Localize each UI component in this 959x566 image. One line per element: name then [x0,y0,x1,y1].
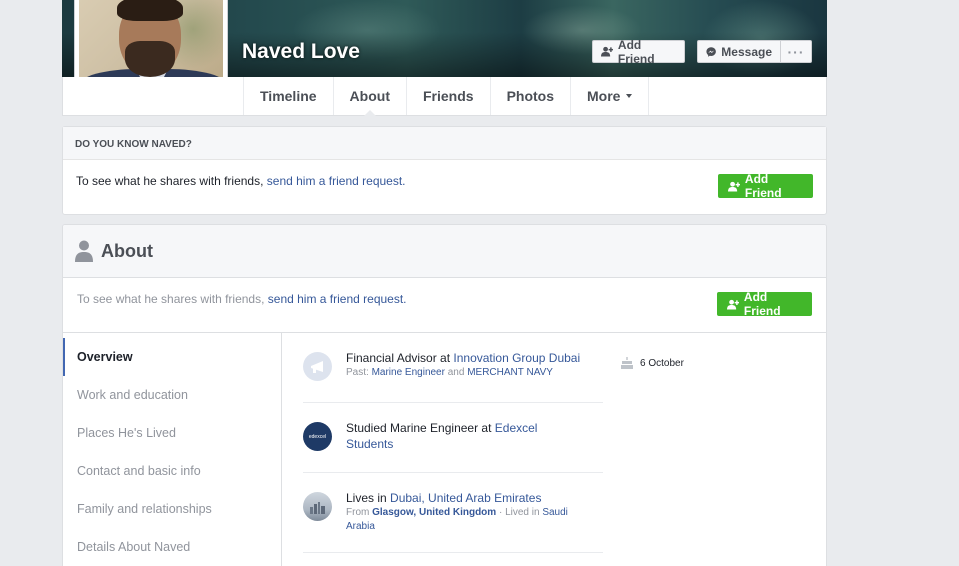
profile-nav: Timeline About Friends Photos More [62,77,827,116]
more-options-label: ··· [787,43,805,60]
work-past-mid: and [444,367,468,378]
person-icon [75,240,93,262]
caret-down-icon [626,94,633,98]
add-friend-icon [728,181,740,192]
hometown-link[interactable]: Glasgow, United Kingdom [372,507,496,518]
about-friend-request-link[interactable]: send him a friend request. [268,292,407,306]
sidebar-item-details[interactable]: Details About Naved [63,528,281,566]
tab-timeline[interactable]: Timeline [243,77,333,115]
about-title: About [101,240,153,261]
tab-friends[interactable]: Friends [405,77,490,115]
know-card-add-friend-button[interactable]: Add Friend [718,172,813,200]
more-options-button[interactable]: ··· [781,40,812,63]
message-label: Message [721,44,772,59]
work-prefix: Financial Advisor at [346,351,454,365]
tab-about[interactable]: About [332,77,406,116]
tab-more-label: More [587,88,621,104]
tab-photos[interactable]: Photos [489,77,570,115]
school-logo-text: edexcel [308,433,327,440]
birthday: 6 October [621,357,684,369]
past-job-link[interactable]: Marine Engineer [372,367,445,378]
add-friend-icon [601,46,613,57]
add-friend-button[interactable]: Add Friend [592,37,685,66]
past-employer-link[interactable]: MERCHANT NAVY [467,367,553,378]
friend-request-link[interactable]: send him a friend request. [267,174,406,188]
messenger-icon [706,46,716,57]
about-request-prefix: To see what he shares with friends, [77,292,268,306]
city-icon[interactable] [303,492,332,521]
current-city-link[interactable]: Dubai, United Arab Emirates [390,491,541,505]
about-card: About To see what he shares with friends… [62,224,827,566]
list-item: Financial Advisor at Innovation Group Du… [303,333,603,403]
know-card-prefix: To see what he shares with friends, [76,174,267,188]
from-prefix: From [346,507,373,518]
about-header: About [63,225,826,278]
know-card-text: To see what he shares with friends, send… [63,160,826,188]
briefcase-icon [303,352,332,381]
school-logo-icon[interactable]: edexcel [303,422,332,451]
know-card: DO YOU KNOW NAVED? To see what he shares… [62,126,827,215]
list-item: edexcel Studied Marine Engineer at Edexc… [303,403,603,473]
about-add-friend-button[interactable]: Add Friend [717,290,812,318]
cake-icon [621,357,633,369]
add-friend-icon [727,299,739,310]
sidebar-item-overview[interactable]: Overview [63,338,281,376]
add-friend-label: Add Friend [617,37,655,66]
message-button[interactable]: Message [697,40,781,63]
add-friend-label: Add Friend [744,172,782,200]
know-card-title: DO YOU KNOW NAVED? [63,127,826,160]
sidebar-item-family-relationships[interactable]: Family and relationships [63,490,281,528]
profile-name[interactable]: Naved Love [242,40,360,64]
about-sidebar: Overview Work and education Places He's … [63,333,282,566]
tab-more[interactable]: More [570,77,650,115]
overview-content: Financial Advisor at Innovation Group Du… [303,333,603,553]
add-friend-label: Add Friend [743,290,781,318]
sidebar-item-contact-info[interactable]: Contact and basic info [63,452,281,490]
about-request-row: To see what he shares with friends, send… [63,278,826,333]
sidebar-item-work-education[interactable]: Work and education [63,376,281,414]
birthday-text: 6 October [640,357,684,369]
education-prefix: Studied Marine Engineer at [346,421,495,435]
lives-prefix: Lives in [346,491,391,505]
sidebar-item-places-lived[interactable]: Places He's Lived [63,414,281,452]
lived-in-prefix: · Lived in [496,507,543,518]
work-employer-link[interactable]: Innovation Group Dubai [453,351,580,365]
list-item: Lives in Dubai, United Arab Emirates Fro… [303,473,603,553]
work-past-prefix: Past: [346,367,372,378]
